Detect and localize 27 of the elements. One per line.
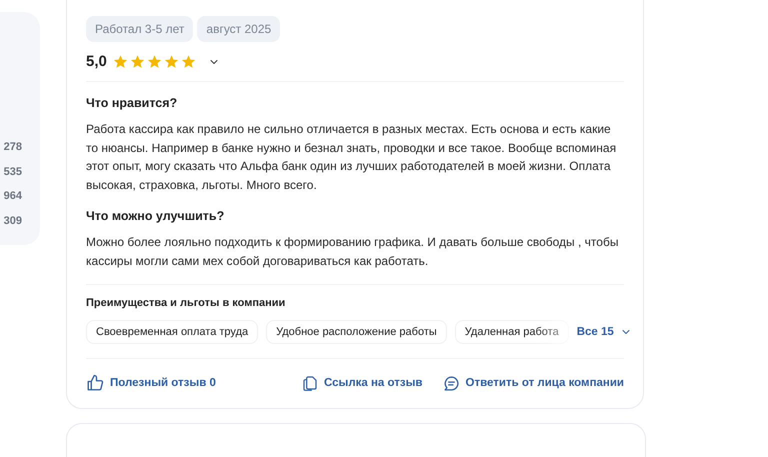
benefit-chip: Удобное расположение работы: [266, 320, 447, 344]
rating-score: 5,0: [86, 53, 107, 70]
section-title: Что можно улучшить?: [86, 208, 226, 223]
count-label: 964: [2, 189, 22, 204]
benefit-chip: Удаленная работа: [454, 320, 569, 344]
tag: август 2025: [197, 16, 280, 42]
reply-link[interactable]: Ответить от лица компании: [442, 374, 624, 392]
star-icon: [130, 54, 145, 69]
chat-bubble-icon: [442, 374, 460, 392]
star-icon: [112, 54, 128, 69]
count-label: 309: [2, 214, 22, 228]
tag: Работал 3-5 лет: [86, 16, 194, 42]
star-icon: [146, 54, 162, 69]
review-link[interactable]: Ссылка на отзыв: [302, 375, 422, 392]
review-text: Можно более лояльно подходить к формированию графика. И давать больше свободы , чтобы кассиры могли сами мех собой договариваться как работать.: [86, 234, 620, 270]
star-icon: [164, 54, 179, 69]
count-label: 278: [2, 140, 22, 155]
review-text: Работа кассира как правило не сильно отличается в разных местах. Есть основа и есть какие то нюансы. Например в банке нужно и безнал знать, проводки и все такое. Вообще вспоминая этот опыт, могу сказать что Альфа банк один из лучших работодателей в моей жизни. Оплата высокая, страховка, льготы. Много всего.: [86, 121, 618, 194]
star-icon: [180, 54, 196, 69]
benefits-title: Преимущества и льготы в компании: [86, 297, 286, 310]
section-title: Что нравится?: [86, 96, 178, 110]
benefit-chip: Своевременная оплата труда: [86, 320, 258, 344]
thumbs-up-icon: [86, 374, 104, 392]
show-all-button[interactable]: Все 15: [576, 326, 632, 338]
useful-review-link[interactable]: Полезный отзыв 0: [86, 374, 216, 392]
count-label: 535: [2, 164, 22, 180]
copy-icon: [302, 375, 318, 392]
